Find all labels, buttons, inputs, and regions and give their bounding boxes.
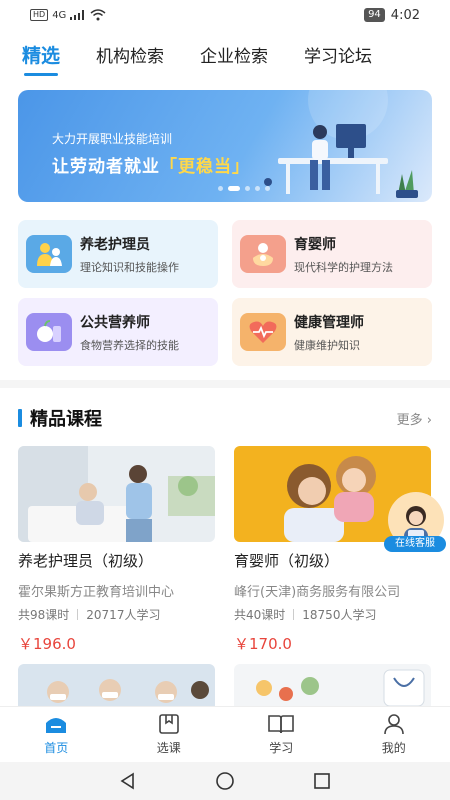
- nav-study[interactable]: 学习: [225, 707, 338, 762]
- masked-people-photo: [18, 664, 215, 706]
- back-triangle-icon[interactable]: [119, 772, 137, 790]
- user-icon: [383, 714, 404, 735]
- banner-pagination: [218, 186, 270, 191]
- tab-institution-search[interactable]: 机构检索: [96, 42, 164, 67]
- signal-icon: [70, 10, 85, 20]
- open-book-icon: [268, 715, 295, 734]
- section-title: 精品课程: [18, 405, 102, 431]
- home-icon: [46, 718, 67, 733]
- tab-featured[interactable]: 精选: [22, 41, 60, 76]
- recents-square-icon[interactable]: [313, 772, 331, 790]
- category-card-health-management[interactable]: 健康管理师 健康维护知识: [232, 298, 432, 366]
- course-meta: 共98课时 20717人学习: [18, 606, 215, 623]
- system-nav-bar: [0, 762, 450, 800]
- elderly-care-photo: [18, 446, 215, 542]
- nav-label: 我的: [381, 741, 406, 755]
- category-subtitle: 食物营养选择的技能: [80, 338, 179, 352]
- elderly-care-icon: [26, 235, 72, 273]
- online-service-button[interactable]: 在线客服: [384, 492, 446, 554]
- category-title: 健康管理师: [294, 314, 364, 331]
- nutrition-doctor-photo: [234, 664, 431, 706]
- banner-dot: [265, 186, 270, 191]
- course-lessons: 共40课时: [234, 608, 286, 622]
- nav-home[interactable]: 首页: [0, 707, 113, 762]
- chevron-right-icon: ›: [422, 412, 432, 428]
- category-card-elderly-care[interactable]: 养老护理员 理论知识和技能操作: [18, 220, 218, 288]
- category-subtitle: 理论知识和技能操作: [80, 260, 179, 274]
- category-subtitle: 健康维护知识: [294, 338, 360, 352]
- course-card[interactable]: 养老护理员（初级） 霍尔果斯方正教育培训中心 共98课时 20717人学习 ￥1…: [18, 446, 215, 654]
- nav-label: 学习: [269, 741, 294, 755]
- infant-care-icon: [240, 235, 286, 273]
- bottom-nav: 首页 选课 学习 我的: [0, 706, 450, 762]
- nav-label: 选课: [156, 741, 181, 755]
- category-subtitle: 现代科学的护理方法: [294, 260, 393, 274]
- course-image: [18, 446, 215, 542]
- banner-line1: 大力开展职业技能培训: [52, 132, 173, 146]
- course-price: ￥170.0: [234, 635, 292, 653]
- health-heart-icon: [240, 313, 286, 351]
- section-header: 精品课程 更多 ›: [18, 404, 432, 432]
- course-card-partial[interactable]: [234, 664, 431, 706]
- status-bar: HD 4G 94 4:02: [0, 0, 450, 30]
- category-card-infant-care[interactable]: 育婴师 现代科学的护理方法: [232, 220, 432, 288]
- nutrition-icon: [26, 313, 72, 351]
- status-right: 94 4:02: [364, 8, 420, 23]
- course-org: 峰行(天津)商务服务有限公司: [234, 585, 401, 600]
- category-card-nutrition[interactable]: 公共营养师 食物营养选择的技能: [18, 298, 218, 366]
- battery-indicator: 94: [364, 8, 385, 22]
- course-name: 养老护理员（初级）: [18, 552, 154, 570]
- top-tabs: 精选 机构检索 企业检索 学习论坛: [0, 34, 450, 76]
- banner-line2-prefix: 让劳动者就业: [52, 157, 160, 177]
- banner-dot-active: [228, 186, 240, 191]
- banner-dot: [245, 186, 250, 191]
- category-title: 养老护理员: [80, 236, 150, 253]
- category-title: 公共营养师: [80, 314, 150, 331]
- banner-line2: 让劳动者就业「更稳当」: [52, 152, 250, 177]
- meta-separator: [77, 609, 79, 620]
- section-divider: [0, 380, 450, 388]
- banner-dot: [218, 186, 223, 191]
- course-price: ￥196.0: [18, 635, 76, 653]
- nav-mine[interactable]: 我的: [338, 707, 450, 762]
- more-label: 更多: [396, 412, 423, 428]
- home-circle-icon[interactable]: [215, 771, 235, 791]
- course-lessons: 共98课时: [18, 608, 70, 622]
- banner-line2-highlight: 「更稳当」: [160, 157, 250, 177]
- nav-label: 首页: [44, 741, 69, 755]
- service-label: 在线客服: [384, 536, 446, 552]
- promo-banner[interactable]: 大力开展职业技能培训 让劳动者就业「更稳当」: [18, 90, 432, 202]
- course-learners: 18750人学习: [302, 608, 377, 622]
- tab-company-search[interactable]: 企业检索: [200, 42, 268, 67]
- clock: 4:02: [390, 7, 420, 23]
- signal-label: 4G: [52, 9, 67, 21]
- course-learners: 20717人学习: [86, 608, 161, 622]
- course-org: 霍尔果斯方正教育培训中心: [18, 585, 175, 600]
- course-meta: 共40课时 18750人学习: [234, 606, 431, 623]
- meta-separator: [293, 609, 295, 620]
- network-badge: HD: [30, 9, 49, 21]
- course-card-partial[interactable]: [18, 664, 215, 706]
- banner-dot: [255, 186, 260, 191]
- status-left: HD 4G: [30, 9, 106, 21]
- category-title: 育婴师: [294, 236, 336, 253]
- wifi-icon: [90, 9, 106, 21]
- nav-courses[interactable]: 选课: [113, 707, 226, 762]
- tab-forum[interactable]: 学习论坛: [304, 42, 372, 67]
- more-link[interactable]: 更多 ›: [397, 409, 432, 428]
- bookmark-book-icon: [158, 714, 179, 734]
